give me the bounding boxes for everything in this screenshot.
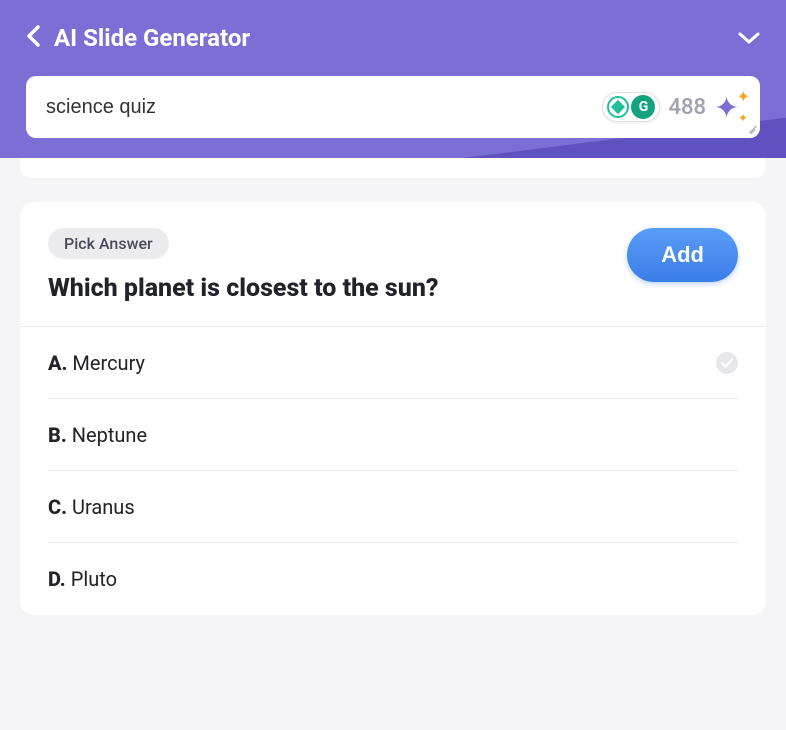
grammarly-badges[interactable]: G bbox=[602, 92, 660, 122]
diamond-icon bbox=[607, 96, 629, 118]
page-title: AI Slide Generator bbox=[54, 24, 250, 52]
search-right: G 488 ✦ ✦ ✦ bbox=[602, 89, 750, 125]
card-header: Pick Answer Which planet is closest to t… bbox=[20, 202, 766, 326]
option-text: D. Pluto bbox=[48, 567, 117, 591]
header-left: AI Slide Generator bbox=[26, 24, 250, 52]
option-row[interactable]: D. Pluto bbox=[20, 543, 766, 615]
option-row[interactable]: B. Neptune bbox=[20, 399, 766, 471]
option-row[interactable]: A. Mercury bbox=[20, 327, 766, 399]
character-count: 488 bbox=[668, 95, 706, 120]
previous-card-edge bbox=[20, 158, 766, 178]
question-card: Pick Answer Which planet is closest to t… bbox=[20, 202, 766, 615]
search-input[interactable] bbox=[46, 96, 602, 119]
options-list: A. Mercury B. Neptune C. Uranus D. Pluto bbox=[20, 326, 766, 615]
option-text: B. Neptune bbox=[48, 423, 147, 447]
card-header-left: Pick Answer Which planet is closest to t… bbox=[48, 228, 607, 306]
option-letter: C. bbox=[48, 495, 67, 519]
option-row[interactable]: C. Uranus bbox=[20, 471, 766, 543]
content-area: Pick Answer Which planet is closest to t… bbox=[0, 158, 786, 615]
option-letter: B. bbox=[48, 423, 67, 447]
option-letter: D. bbox=[48, 567, 66, 591]
check-icon bbox=[716, 352, 738, 374]
resize-handle[interactable] bbox=[744, 122, 756, 134]
grammarly-icon: G bbox=[631, 95, 655, 119]
sparkle-icon[interactable]: ✦ ✦ ✦ bbox=[714, 89, 750, 125]
question-type-badge: Pick Answer bbox=[48, 228, 169, 259]
header-top-row: AI Slide Generator bbox=[26, 24, 760, 52]
add-button[interactable]: Add bbox=[627, 228, 738, 282]
option-letter: A. bbox=[48, 351, 67, 375]
search-container: G 488 ✦ ✦ ✦ bbox=[26, 76, 760, 138]
option-text: A. Mercury bbox=[48, 351, 145, 375]
question-text: Which planet is closest to the sun? bbox=[48, 273, 607, 306]
back-chevron-icon[interactable] bbox=[26, 25, 40, 51]
app-header: AI Slide Generator G 488 ✦ ✦ ✦ bbox=[0, 0, 786, 158]
chevron-down-icon[interactable] bbox=[738, 26, 760, 50]
option-text: C. Uranus bbox=[48, 495, 135, 519]
